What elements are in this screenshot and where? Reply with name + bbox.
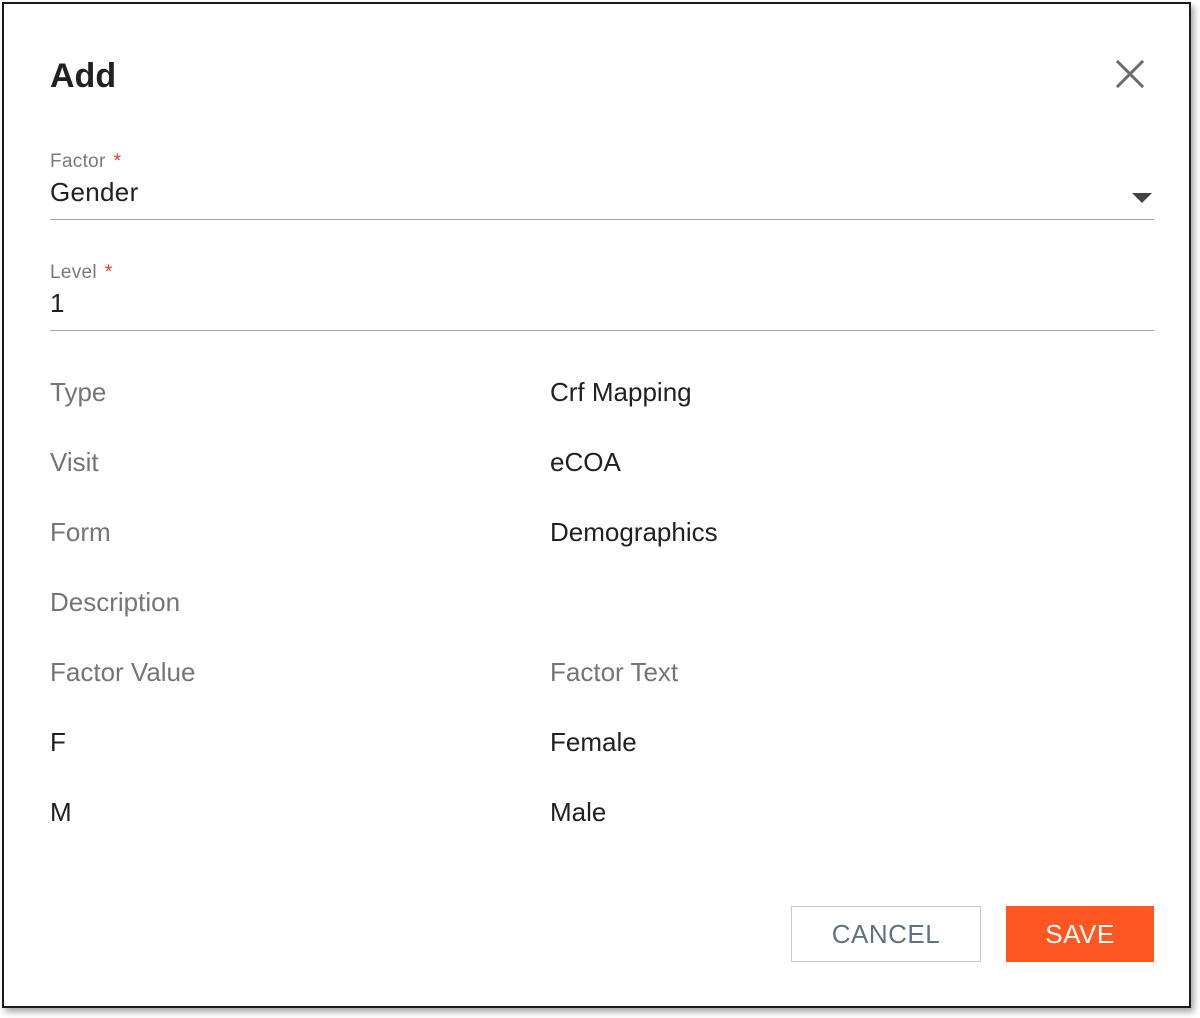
cancel-button[interactable]: CANCEL xyxy=(791,906,981,962)
add-dialog: Add Factor * Gender Level * 1 Type Crf Map… xyxy=(2,2,1191,1008)
factor-text-cell: Male xyxy=(550,797,607,827)
level-label-text: Level xyxy=(50,262,97,283)
table-row: M Male xyxy=(50,795,1154,829)
caret-down-icon[interactable] xyxy=(1132,193,1152,203)
detail-row-visit: Visit eCOA xyxy=(50,445,1154,479)
factor-label: Factor * xyxy=(50,151,1154,173)
level-field[interactable]: Level * 1 xyxy=(50,262,1154,331)
factor-text-header: Factor Text xyxy=(550,657,679,687)
required-mark: * xyxy=(104,262,113,283)
detail-value: Crf Mapping xyxy=(550,377,692,407)
detail-value: Demographics xyxy=(550,517,718,547)
detail-label: Description xyxy=(50,587,181,617)
factor-value-cell: M xyxy=(50,797,72,827)
required-mark: * xyxy=(113,151,122,172)
detail-row-description: Description xyxy=(50,585,1154,619)
factor-value-cell: F xyxy=(50,727,66,757)
detail-label: Visit xyxy=(50,447,99,477)
level-label: Level * xyxy=(50,262,1154,284)
close-icon xyxy=(1115,59,1145,89)
dialog-title: Add xyxy=(50,57,117,95)
factor-value-header: Factor Value xyxy=(50,657,196,687)
factor-value: Gender xyxy=(50,177,139,207)
close-button[interactable] xyxy=(1108,52,1152,96)
level-value[interactable]: 1 xyxy=(50,288,1154,325)
factor-table-header: Factor Value Factor Text xyxy=(50,655,1154,689)
factor-text-cell: Female xyxy=(550,727,637,757)
detail-value: eCOA xyxy=(550,447,621,477)
detail-label: Type xyxy=(50,377,107,407)
save-button[interactable]: SAVE xyxy=(1006,906,1154,962)
detail-row-type: Type Crf Mapping xyxy=(50,375,1154,409)
detail-row-form: Form Demographics xyxy=(50,515,1154,549)
table-row: F Female xyxy=(50,725,1154,759)
factor-label-text: Factor xyxy=(50,151,106,172)
factor-select[interactable]: Factor * Gender xyxy=(50,151,1154,220)
detail-label: Form xyxy=(50,517,111,547)
